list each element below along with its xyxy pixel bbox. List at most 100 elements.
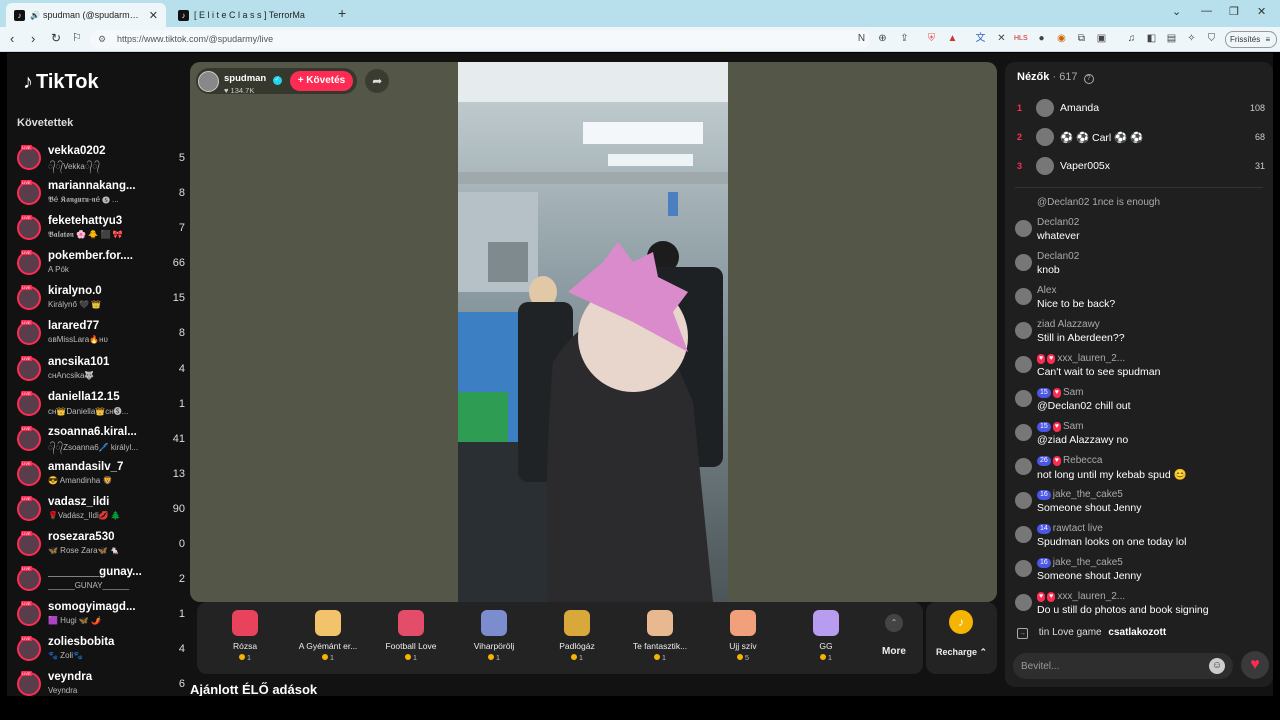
host-avatar[interactable] xyxy=(198,70,219,92)
chat-user[interactable]: ziad Alazzawy xyxy=(1037,319,1100,330)
site-info-icon[interactable]: ⚙ xyxy=(98,30,106,49)
chat-user[interactable]: jake_the_cake5 xyxy=(1053,489,1123,500)
gift-item[interactable]: Te fantasztik... 1 xyxy=(620,602,700,674)
avatar[interactable] xyxy=(1015,356,1032,373)
avatar[interactable] xyxy=(1015,254,1032,271)
avatar[interactable]: LIVE xyxy=(17,601,41,627)
following-item[interactable]: LIVE zsoanna6.kiral...᭄᭄Zsoanna6🖊️ király… xyxy=(15,422,185,457)
avatar[interactable] xyxy=(1015,560,1032,577)
avatar[interactable] xyxy=(1015,458,1032,475)
new-tab-button[interactable]: + xyxy=(338,5,346,21)
emoji-icon[interactable]: ☺ xyxy=(1209,658,1225,674)
wallet-icon[interactable]: ▤ xyxy=(1165,32,1178,45)
avatar[interactable] xyxy=(1036,128,1054,146)
following-item[interactable]: LIVE zoliesbobita 🐾 Zoli🐾 4 xyxy=(15,632,185,667)
chat-user[interactable]: Declan02 xyxy=(1037,251,1079,262)
tab-list-chevron-icon[interactable]: ⌄ xyxy=(1172,5,1181,18)
close-window-icon[interactable]: ✕ xyxy=(1257,5,1266,18)
chat-user[interactable]: Sam xyxy=(1063,421,1084,432)
top-viewer[interactable]: 1 Amanda 108 xyxy=(1015,97,1265,123)
no-tracking-icon[interactable]: N xyxy=(855,32,868,45)
chat-input[interactable] xyxy=(1021,657,1201,675)
following-item[interactable]: LIVE vekka0202᭄᭄Vekka᭄᭄ 5 xyxy=(15,141,185,176)
extension-circle-icon[interactable]: ● xyxy=(1035,32,1048,45)
live-player[interactable]: spudman ✓ ♥ 134.7K + Követés ➦ xyxy=(190,62,997,602)
extension-hls-icon[interactable]: HLS xyxy=(1014,32,1028,45)
following-item[interactable]: LIVE vadasz_ildi 🌹Vadász_Ildi💋 🌲 90 xyxy=(15,492,185,527)
gift-item[interactable]: A Gyémánt er... 1 xyxy=(288,602,368,674)
gift-item[interactable]: Padlógáz 1 xyxy=(537,602,617,674)
screenshot-icon[interactable]: ▣ xyxy=(1095,32,1108,45)
gift-item[interactable]: Football Love 1 xyxy=(371,602,451,674)
avatar[interactable]: LIVE xyxy=(17,425,41,451)
media-icon[interactable]: ♫ xyxy=(1125,32,1138,45)
avatar[interactable]: LIVE xyxy=(17,671,41,696)
chat-user[interactable]: xxx_lauren_2... xyxy=(1057,591,1125,602)
following-item[interactable]: LIVE feketehattyu3 𝕭𝖆𝖑𝖆𝖙𝖔𝖓 🌸 🐥 ⬛ 🎀 7 xyxy=(15,211,185,246)
forward-icon[interactable]: › xyxy=(31,31,35,46)
back-icon[interactable]: ‹ xyxy=(10,31,14,46)
avatar[interactable]: LIVE xyxy=(17,145,41,170)
top-viewer[interactable]: 3 Vaper005x 31 xyxy=(1015,155,1265,181)
rewards-icon[interactable]: ▲ xyxy=(946,32,959,45)
sidebar-icon[interactable]: ◧ xyxy=(1145,32,1158,45)
avatar[interactable] xyxy=(1015,526,1032,543)
update-button[interactable]: Frissítés ≡ xyxy=(1225,31,1277,48)
avatar[interactable]: LIVE xyxy=(17,215,41,241)
translate-icon[interactable]: 文 xyxy=(974,32,987,45)
extension-x-icon[interactable]: ✕ xyxy=(995,32,1008,45)
avatar[interactable]: LIVE xyxy=(17,320,41,346)
menu-icon[interactable]: ≡ xyxy=(1265,35,1270,44)
close-tab-icon[interactable]: ✕ xyxy=(149,9,158,22)
avatar[interactable] xyxy=(1015,288,1032,305)
like-heart-icon[interactable]: ♥ xyxy=(1241,651,1269,679)
following-item[interactable]: LIVE ________gunay... ______GUNAY______ 2 xyxy=(15,562,185,597)
following-item[interactable]: LIVE daniella12.15 ᴄʜ👑Daniella👑ᴄʜ🅢... 1 xyxy=(15,387,185,422)
following-item[interactable]: LIVE pokember.for.... A Pók 66 xyxy=(15,246,185,281)
recharge-button[interactable]: ♪ Recharge ⌃ xyxy=(926,602,997,674)
help-icon[interactable]: ? xyxy=(1083,74,1094,84)
chat-user[interactable]: Declan02 xyxy=(1037,217,1079,228)
avatar[interactable]: LIVE xyxy=(17,636,41,662)
avatar[interactable]: LIVE xyxy=(17,180,41,206)
reload-icon[interactable]: ↻ xyxy=(51,31,61,45)
avatar[interactable] xyxy=(1015,594,1032,611)
host-info[interactable]: spudman ✓ ♥ 134.7K + Követés xyxy=(196,68,358,95)
following-item[interactable]: LIVE larared77 ɢʙMissLara🔥ʜᴜ 8 xyxy=(15,316,185,351)
following-item[interactable]: LIVE veyndra Veyndra 6 xyxy=(15,667,185,696)
following-item[interactable]: LIVE kiralyno.0 Királynő 🖤 👑 15 xyxy=(15,281,185,316)
avatar[interactable] xyxy=(1036,157,1054,175)
gift-item[interactable]: Rózsa 1 xyxy=(205,602,285,674)
avatar[interactable] xyxy=(1015,492,1032,509)
avatar[interactable]: LIVE xyxy=(17,355,41,381)
chat-user[interactable]: xxx_lauren_2... xyxy=(1057,353,1125,364)
restore-icon[interactable]: ❐ xyxy=(1229,5,1239,18)
address-bar[interactable]: ⚙ https://www.tiktok.com/@spudarmy/live xyxy=(90,30,870,49)
following-item[interactable]: LIVE rosezara530 🦋 Rose Zara🦋 🐁 0 xyxy=(15,527,185,562)
chat-user[interactable]: Rebecca xyxy=(1063,455,1102,466)
avatar[interactable] xyxy=(1015,390,1032,407)
brave-shield-icon[interactable]: ⛨ xyxy=(925,32,938,45)
bookmark-icon[interactable]: ⚐ xyxy=(72,31,82,44)
follow-button[interactable]: + Követés xyxy=(289,71,354,91)
following-item[interactable]: LIVE amandasilv_7 😎 Amandinha 🦁 13 xyxy=(15,457,185,492)
avatar[interactable] xyxy=(1015,424,1032,441)
vpn-icon[interactable]: ⛉ xyxy=(1205,32,1218,45)
tiktok-logo[interactable]: ♪ TikTok xyxy=(23,71,99,94)
more-gifts-button[interactable]: ⌃ More xyxy=(869,602,919,674)
top-viewer[interactable]: 2 ⚽ ⚽ Carl ⚽ ⚽ 68 xyxy=(1015,126,1265,152)
avatar[interactable]: LIVE xyxy=(17,285,41,311)
avatar[interactable] xyxy=(1036,99,1054,117)
chat-user[interactable]: jake_the_cake5 xyxy=(1053,557,1123,568)
avatar[interactable]: LIVE xyxy=(17,566,41,592)
gift-item[interactable]: Viharpörölj 1 xyxy=(454,602,534,674)
browser-tab-active[interactable]: ♪ 🔊 spudman (@spudarmy) ÉLŐ a ✕ xyxy=(6,3,166,27)
avatar[interactable] xyxy=(1015,322,1032,339)
avatar[interactable]: LIVE xyxy=(17,531,41,557)
avatar[interactable]: LIVE xyxy=(17,495,41,521)
share-arrow-icon[interactable]: ➦ xyxy=(365,69,390,93)
zoom-icon[interactable]: ⊕ xyxy=(876,32,889,45)
following-item[interactable]: LIVE somogyimagd... 🟪 Hugi 🦋 🌶️ 1 xyxy=(15,597,185,632)
leo-icon[interactable]: ✧ xyxy=(1185,32,1198,45)
chat-user[interactable]: rawtact live xyxy=(1053,523,1103,534)
